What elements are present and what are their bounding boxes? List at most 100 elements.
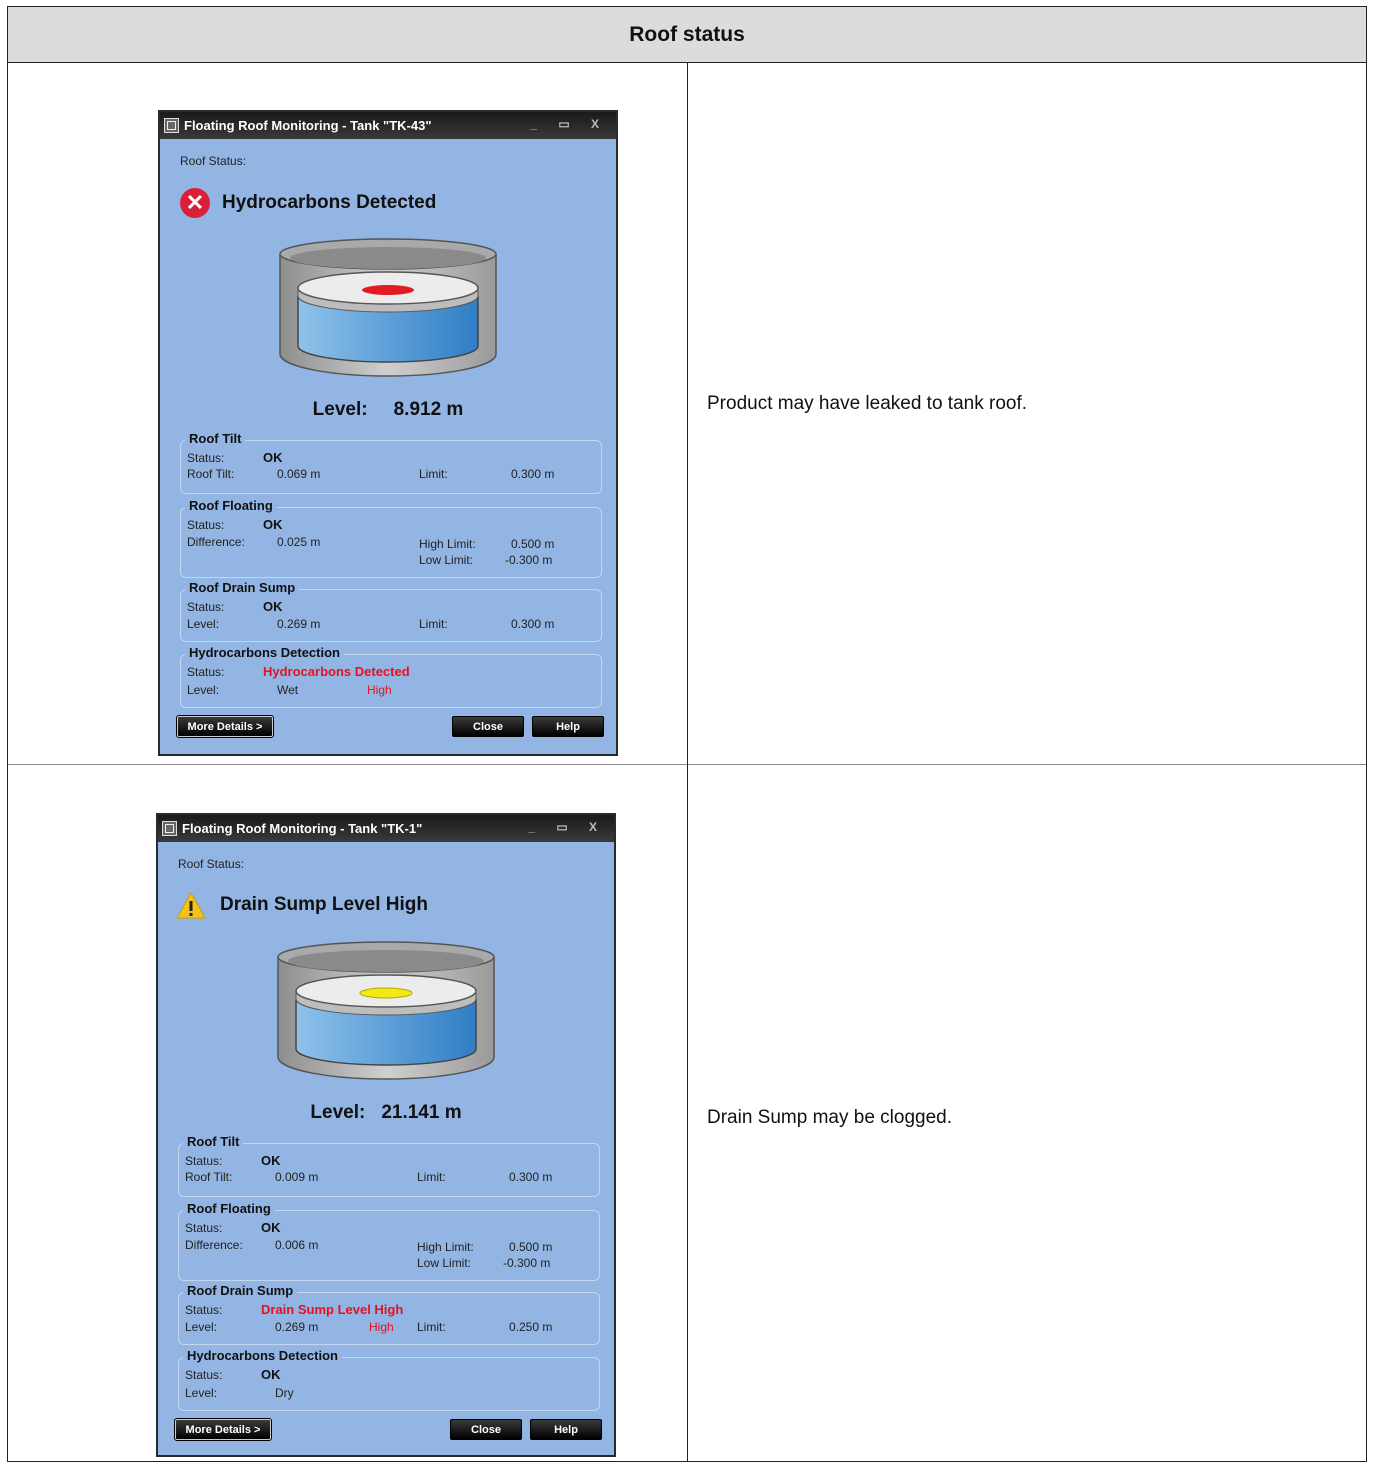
window-title: Floating Roof Monitoring - Tank "TK-1" <box>182 821 423 836</box>
more-details-button[interactable]: More Details > <box>174 1418 272 1441</box>
limit-label: Limit: <box>419 617 448 631</box>
low-limit-value: -0.300 m <box>503 1256 551 1270</box>
group-title: Roof Floating <box>185 498 277 513</box>
level-label: Level: <box>310 1102 366 1123</box>
tank-illustration <box>277 941 495 1080</box>
difference-label: Difference: <box>187 535 245 549</box>
limit-value: 0.250 m <box>509 1320 553 1334</box>
difference-value: 0.006 m <box>275 1238 319 1252</box>
roof-status-table: Roof status Floating Roof Monitoring - T… <box>7 6 1367 1462</box>
status-label: Status: <box>185 1154 223 1168</box>
limit-value: 0.300 m <box>509 1170 553 1184</box>
high-limit-value: 0.500 m <box>511 537 555 551</box>
level-label: Level: <box>185 1386 218 1400</box>
status-value: OK <box>261 1153 281 1168</box>
difference-value: 0.025 m <box>277 535 321 549</box>
difference-label: Difference: <box>185 1238 243 1252</box>
level-flag: High <box>369 1320 394 1334</box>
roof-tilt-group: Roof Tilt Status: OK Roof Tilt: 0.009 m … <box>178 1134 600 1197</box>
limit-label: Limit: <box>417 1170 446 1184</box>
status-value: OK <box>261 1367 281 1382</box>
status-indicator: ✕ Hydrocarbons Detected <box>180 188 436 218</box>
roof-monitor-window: Floating Roof Monitoring - Tank "TK-1" _… <box>156 813 616 1457</box>
level-flag: High <box>367 683 392 697</box>
hydrocarbons-detection-group: Hydrocarbons Detection Status: OK Level:… <box>178 1348 600 1411</box>
limit-value: 0.300 m <box>511 617 555 631</box>
roof-marker <box>359 987 413 999</box>
tilt-label: Roof Tilt: <box>185 1170 233 1184</box>
group-title: Roof Tilt <box>183 1134 244 1149</box>
status-value: OK <box>261 1220 281 1235</box>
roof-status-label: Roof Status: <box>180 154 247 168</box>
low-limit-label: Low Limit: <box>419 553 474 567</box>
tank-illustration <box>279 238 497 377</box>
window-titlebar[interactable]: Floating Roof Monitoring - Tank "TK-1" _… <box>158 815 614 842</box>
roof-monitor-window: Floating Roof Monitoring - Tank "TK-43" … <box>158 110 618 756</box>
low-limit-value: -0.300 m <box>505 553 553 567</box>
roof-status-label: Roof Status: <box>178 857 245 871</box>
column-divider <box>687 63 688 1461</box>
status-value: Drain Sump Level High <box>261 1302 404 1317</box>
roof-drain-sump-group: Roof Drain Sump Status: Drain Sump Level… <box>178 1283 600 1345</box>
table-header: Roof status <box>8 7 1366 63</box>
level-label: Level: <box>312 399 368 420</box>
status-text: Hydrocarbons Detected <box>222 192 437 213</box>
roof-floating-group: Roof Floating Status: OK Difference: 0.0… <box>178 1201 600 1281</box>
window-title: Floating Roof Monitoring - Tank "TK-43" <box>184 118 432 133</box>
level-value: Wet <box>277 683 299 697</box>
high-limit-label: High Limit: <box>419 537 476 551</box>
group-title: Hydrocarbons Detection <box>185 645 344 660</box>
limit-label: Limit: <box>417 1320 446 1334</box>
more-details-button[interactable]: More Details > <box>176 715 274 738</box>
high-limit-label: High Limit: <box>417 1240 474 1254</box>
level-label: Level: <box>185 1320 218 1334</box>
status-indicator: Drain Sump Level High <box>176 891 428 919</box>
warning-triangle-icon <box>176 891 206 919</box>
status-value: Hydrocarbons Detected <box>263 664 410 679</box>
group-title: Roof Floating <box>183 1201 275 1216</box>
status-value: OK <box>263 450 283 465</box>
group-title: Roof Drain Sump <box>185 580 300 595</box>
limit-value: 0.300 m <box>511 467 555 481</box>
tilt-value: 0.009 m <box>275 1170 319 1184</box>
status-label: Status: <box>187 518 225 532</box>
row-description: Product may have leaked to tank roof. <box>707 393 1028 414</box>
roof-tilt-group: Roof Tilt Status: OK Roof Tilt: 0.069 m … <box>180 431 602 494</box>
level-label: Level: <box>187 683 220 697</box>
help-button[interactable]: Help <box>532 716 604 737</box>
low-limit-label: Low Limit: <box>417 1256 472 1270</box>
close-button[interactable]: Close <box>452 716 524 737</box>
window-controls[interactable]: _ ▭ X <box>530 117 608 131</box>
status-label: Status: <box>187 665 225 679</box>
window-titlebar[interactable]: Floating Roof Monitoring - Tank "TK-43" … <box>160 112 616 139</box>
app-icon <box>162 821 177 836</box>
status-label: Status: <box>187 600 225 614</box>
status-label: Status: <box>185 1368 223 1382</box>
tilt-value: 0.069 m <box>277 467 321 481</box>
group-title: Roof Drain Sump <box>183 1283 298 1298</box>
status-label: Status: <box>185 1221 223 1235</box>
row-description: Drain Sump may be clogged. <box>707 1107 953 1128</box>
level-value: 21.141 m <box>381 1102 462 1123</box>
group-title: Hydrocarbons Detection <box>183 1348 342 1363</box>
hydrocarbons-detection-group: Hydrocarbons Detection Status: Hydrocarb… <box>180 645 602 708</box>
status-value: OK <box>263 517 283 532</box>
status-label: Status: <box>187 451 225 465</box>
roof-floating-group: Roof Floating Status: OK Difference: 0.0… <box>180 498 602 578</box>
status-text: Drain Sump Level High <box>220 894 428 915</box>
window-controls[interactable]: _ ▭ X <box>528 820 606 834</box>
level-readout: Level: 21.141 m <box>158 1102 614 1124</box>
roof-marker <box>362 285 414 295</box>
help-button[interactable]: Help <box>530 1419 602 1440</box>
app-icon <box>164 118 179 133</box>
level-readout: Level: 8.912 m <box>160 399 616 421</box>
high-limit-value: 0.500 m <box>509 1240 553 1254</box>
level-label: Level: <box>187 617 220 631</box>
tilt-label: Roof Tilt: <box>187 467 235 481</box>
level-value: Dry <box>275 1386 294 1400</box>
close-button[interactable]: Close <box>450 1419 522 1440</box>
limit-label: Limit: <box>419 467 448 481</box>
status-label: Status: <box>185 1303 223 1317</box>
roof-drain-sump-group: Roof Drain Sump Status: OK Level: 0.269 … <box>180 580 602 642</box>
error-circle-icon: ✕ <box>180 188 210 218</box>
